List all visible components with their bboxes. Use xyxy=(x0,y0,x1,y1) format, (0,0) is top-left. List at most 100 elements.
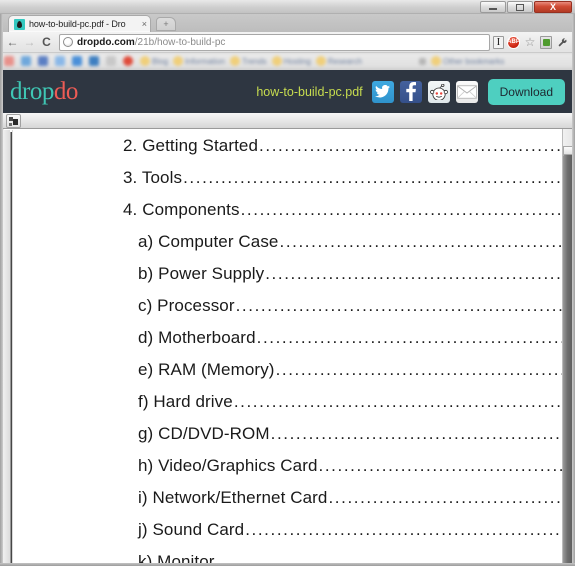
browser-tabstrip: how-to-build-pc.pdf - Dro × + xyxy=(0,14,575,32)
toc-entry: c) Processor ...........................… xyxy=(13,290,563,322)
toc-leader: ........................................… xyxy=(235,296,563,315)
toc-leader: ........................................… xyxy=(183,168,563,187)
toolbar-icons: I ABP ☆ xyxy=(493,35,571,50)
bookmark-item[interactable] xyxy=(72,56,84,66)
bookmark-item[interactable] xyxy=(89,56,101,66)
toc-entry: a) Computer Case .......................… xyxy=(13,226,563,258)
toc-label: f) Hard drive xyxy=(138,392,233,411)
window-minimize-button[interactable] xyxy=(480,1,506,13)
email-share-icon[interactable] xyxy=(455,80,478,103)
page-info-icon[interactable] xyxy=(63,37,73,47)
bookmark-favicon-icon xyxy=(55,56,65,66)
toc-label: a) Computer Case xyxy=(138,232,279,251)
chrome-menu-wrench-icon[interactable] xyxy=(555,35,569,50)
toc-entry: 4. Components ..........................… xyxy=(13,194,563,226)
logo-part-do: do xyxy=(53,78,79,105)
reddit-share-icon[interactable] xyxy=(427,80,450,103)
close-icon: X xyxy=(549,1,556,12)
browser-toolbar: ← → C dropdo.com/21b/how-to-build-pc I A… xyxy=(0,32,575,53)
bookmark-item[interactable]: Blog xyxy=(140,56,168,66)
adblock-icon[interactable]: ABP xyxy=(507,35,520,49)
toc-leader: ........................................… xyxy=(275,360,563,379)
toc-entry: 3. Tools ...............................… xyxy=(13,162,563,194)
toc-leader: ........................................… xyxy=(256,328,563,347)
toc-entry: g) CD/DVD-ROM ..........................… xyxy=(13,418,563,450)
toc-leader: ........................................… xyxy=(245,520,563,539)
toc-entry: f) Hard drive ..........................… xyxy=(13,386,563,418)
pdf-page: 2. Getting Started .....................… xyxy=(12,130,563,566)
bookmark-favicon-icon xyxy=(21,56,31,66)
reload-button[interactable]: C xyxy=(38,34,55,51)
toc-label: b) Power Supply xyxy=(138,264,265,283)
toc-label: e) RAM (Memory) xyxy=(138,360,275,379)
toc-leader: ........................................… xyxy=(265,264,563,283)
browser-tab-active[interactable]: how-to-build-pc.pdf - Dro × xyxy=(8,15,151,32)
dropdo-site-header: dropdo how-to-build-pc.pdf Download xyxy=(0,70,575,113)
bookmark-folder-icon xyxy=(315,56,326,66)
bookmark-item[interactable] xyxy=(106,56,118,66)
toc-entry: e) RAM (Memory) ........................… xyxy=(13,354,563,386)
bookmark-item[interactable] xyxy=(21,56,33,66)
toc-leader: ........................................… xyxy=(240,200,563,219)
bookmark-label: Hosting xyxy=(283,56,311,66)
url-path: /21b/how-to-build-pc xyxy=(134,36,226,48)
bookmark-item[interactable]: Information xyxy=(173,56,225,66)
pdf-viewer: 2. Getting Started .....................… xyxy=(0,113,575,566)
bookmark-favicon-icon xyxy=(38,56,48,66)
bookmark-overflow-icon[interactable] xyxy=(419,57,427,65)
pdf-filename-label: how-to-build-pc.pdf xyxy=(256,84,363,99)
browser-window: X how-to-build-pc.pdf - Dro × + ← → C dr… xyxy=(0,0,575,566)
url-text: dropdo.com/21b/how-to-build-pc xyxy=(77,37,225,48)
toc-label: h) Video/Graphics Card xyxy=(138,456,318,475)
header-right-group: how-to-build-pc.pdf Download xyxy=(256,78,565,105)
overflow-chevron-icon xyxy=(419,57,427,65)
twitter-share-icon[interactable] xyxy=(371,80,394,103)
toc-label: i) Network/Ethernet Card xyxy=(138,488,328,507)
forward-button[interactable]: → xyxy=(21,34,38,51)
tab-close-icon[interactable]: × xyxy=(140,19,147,29)
bookmark-item[interactable]: Trends xyxy=(230,56,267,66)
toc-entry: 2. Getting Started .....................… xyxy=(13,130,563,162)
extension-icon[interactable] xyxy=(540,35,552,49)
dropdo-logo[interactable]: dropdo xyxy=(10,79,78,104)
bookmarks-bar[interactable]: Blog Information Trends Hosting Research… xyxy=(0,53,575,70)
toc-label: d) Motherboard xyxy=(138,328,256,347)
toc-leader: ........................................… xyxy=(270,424,563,443)
bookmark-folder-icon xyxy=(140,56,150,66)
bookmark-item[interactable] xyxy=(38,56,50,66)
toc-entry: h) Video/Graphics Card .................… xyxy=(13,450,563,482)
bookmark-item[interactable] xyxy=(123,56,135,66)
bookmark-folder-icon xyxy=(431,56,442,66)
toc-leader: ........................................… xyxy=(233,392,563,411)
other-bookmarks-item[interactable]: Other bookmarks xyxy=(431,56,504,66)
window-close-button[interactable]: X xyxy=(534,1,572,13)
toc-leader: ........................................… xyxy=(259,136,563,155)
toc-entry: b) Power Supply ........................… xyxy=(13,258,563,290)
bookmark-label: Research xyxy=(327,56,363,66)
tab-favicon-icon xyxy=(14,18,25,30)
pdf-sidebar-toggle-icon[interactable] xyxy=(6,114,21,128)
facebook-share-icon[interactable] xyxy=(399,80,422,103)
logo-part-drop: drop xyxy=(10,78,54,105)
toc-label: 2. Getting Started xyxy=(123,136,259,155)
bookmark-folder-icon xyxy=(173,56,184,66)
table-of-contents: 2. Getting Started .....................… xyxy=(13,130,563,566)
bookmark-folder-icon xyxy=(230,56,241,66)
back-button[interactable]: ← xyxy=(4,34,21,51)
new-tab-button[interactable]: + xyxy=(156,17,176,31)
bookmark-star-icon[interactable]: ☆ xyxy=(523,35,537,50)
bookmark-favicon-icon xyxy=(72,56,82,66)
bookmark-favicon-icon xyxy=(89,56,99,66)
toc-label: 3. Tools xyxy=(123,168,183,187)
bookmark-item[interactable] xyxy=(55,56,67,66)
bookmark-item[interactable]: Research xyxy=(315,56,363,66)
address-bar[interactable]: dropdo.com/21b/how-to-build-pc xyxy=(59,33,490,51)
download-button[interactable]: Download xyxy=(487,78,565,105)
bookmark-item[interactable] xyxy=(4,56,16,66)
instapaper-icon[interactable]: I xyxy=(493,35,504,49)
window-maximize-button[interactable] xyxy=(507,1,533,13)
page-edge-light xyxy=(3,130,10,566)
toc-entry: d) Motherboard .........................… xyxy=(13,322,563,354)
bookmark-favicon-icon xyxy=(106,56,116,66)
bookmark-item[interactable]: Hosting xyxy=(271,56,311,66)
